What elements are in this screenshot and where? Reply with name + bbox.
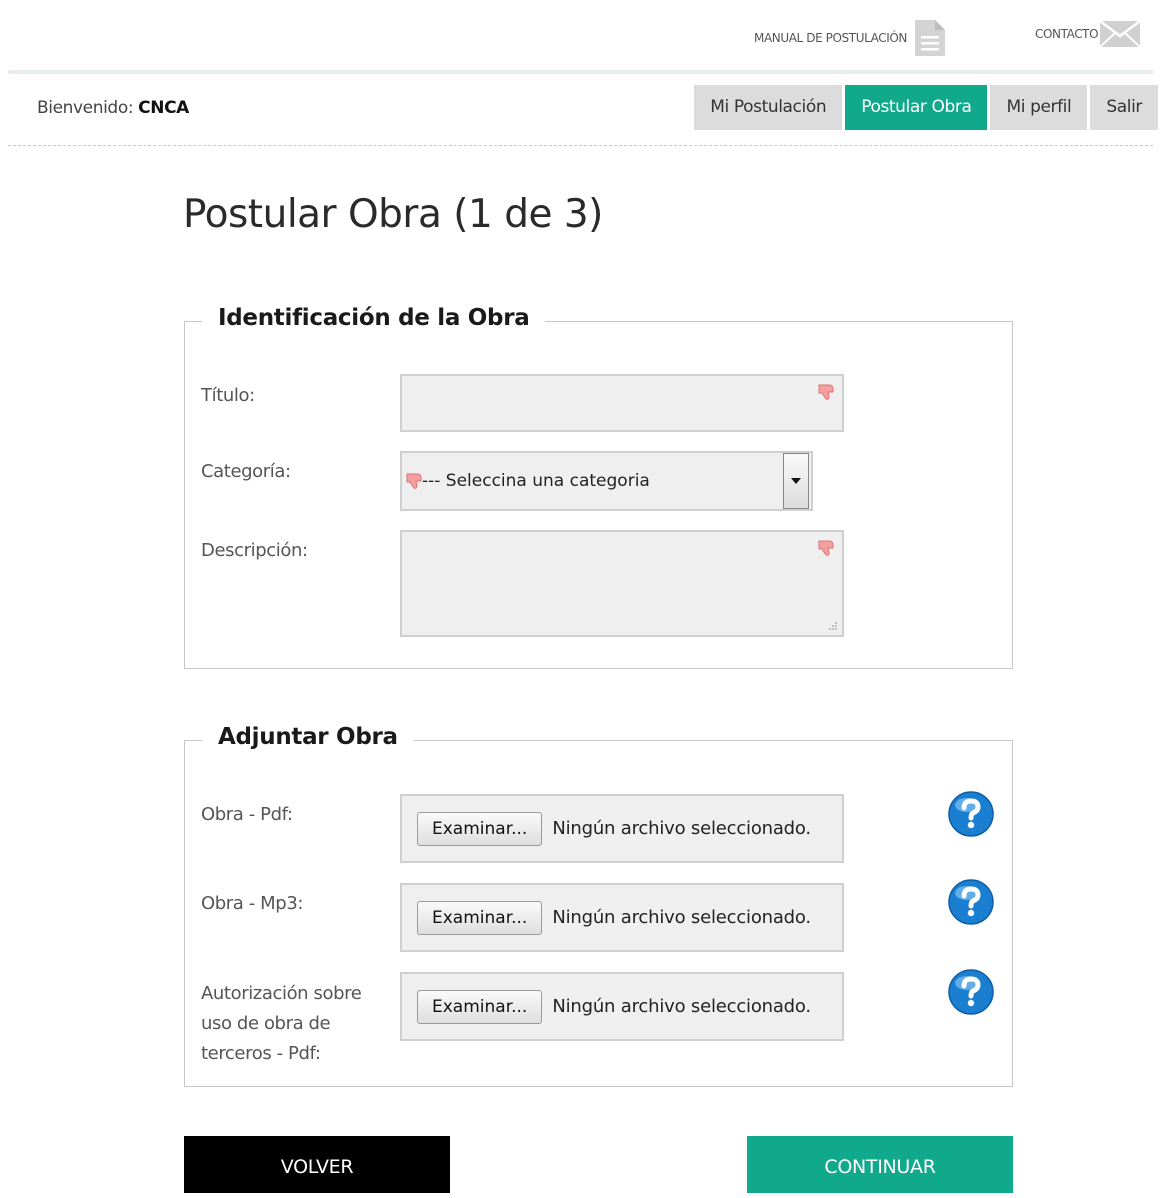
help-icon[interactable] [948,791,994,837]
categoria-label: Categoría: [201,461,291,482]
autorizacion-label: Autorización sobre uso de obra de tercer… [201,983,362,1064]
obra-mp3-file-input[interactable]: Examinar... Ningún archivo seleccionado. [400,883,844,952]
file-status: Ningún archivo seleccionado. [552,818,811,839]
main-nav: Mi Postulación Postular Obra Mi perfil S… [694,85,1158,130]
file-status: Ningún archivo seleccionado. [552,996,811,1017]
identificacion-legend: Identificación de la Obra [202,305,546,331]
descripcion-label: Descripción: [201,540,308,561]
welcome-text: Bienvenido: CNCA [37,98,189,118]
titulo-label: Título: [201,385,255,406]
resize-grip-icon[interactable] [828,621,838,631]
autorizacion-file-input[interactable]: Examinar... Ningún archivo seleccionado. [400,972,844,1041]
tab-postular-obra[interactable]: Postular Obra [845,85,988,130]
dropdown-arrow-button[interactable] [783,453,809,509]
required-thumb-icon [818,384,834,400]
contact-link[interactable]: CONTACTO [1035,21,1141,47]
tab-mi-postulacion[interactable]: Mi Postulación [694,85,843,130]
envelope-icon [1100,21,1141,47]
manual-link[interactable]: MANUAL DE POSTULACIÓN [754,19,947,57]
help-icon[interactable] [948,879,994,925]
file-status: Ningún archivo seleccionado. [552,907,811,928]
categoria-select[interactable]: --- Seleccina una categoria [400,451,813,511]
obra-mp3-label: Obra - Mp3: [201,893,304,914]
contact-label: CONTACTO [1035,27,1099,41]
obra-pdf-file-input[interactable]: Examinar... Ningún archivo seleccionado. [400,794,844,863]
manual-label: MANUAL DE POSTULACIÓN [754,31,907,45]
nav-divider [8,145,1153,146]
required-thumb-icon [818,540,834,556]
obra-pdf-label: Obra - Pdf: [201,804,293,825]
welcome-user: CNCA [138,98,189,118]
volver-button[interactable]: VOLVER [184,1136,450,1193]
browse-button[interactable]: Examinar... [417,989,543,1024]
continuar-button[interactable]: CONTINUAR [747,1136,1013,1193]
chevron-down-icon [791,478,801,484]
tab-mi-perfil[interactable]: Mi perfil [990,85,1088,130]
titulo-input[interactable] [400,374,844,432]
descripcion-textarea[interactable] [400,530,844,637]
tab-salir[interactable]: Salir [1090,85,1158,130]
page-title: Postular Obra (1 de 3) [183,192,603,237]
welcome-prefix: Bienvenido: [37,98,134,118]
categoria-selected: --- Seleccina una categoria [422,471,650,491]
top-divider [8,70,1153,74]
document-icon [914,20,945,56]
help-icon[interactable] [948,969,994,1015]
required-thumb-icon [406,473,422,489]
browse-button[interactable]: Examinar... [417,811,543,846]
browse-button[interactable]: Examinar... [417,900,543,935]
adjuntar-legend: Adjuntar Obra [202,724,414,750]
